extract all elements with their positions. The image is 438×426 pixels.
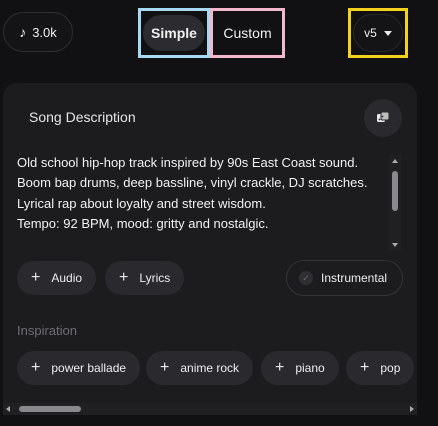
- plus-icon: +: [275, 359, 285, 376]
- plus-icon: +: [119, 269, 129, 286]
- inspiration-chip[interactable]: + pop: [346, 351, 415, 385]
- scroll-up-icon[interactable]: [392, 159, 398, 163]
- horizontal-scrollbar-thumb[interactable]: [19, 406, 81, 412]
- inspiration-chip-label: anime rock: [180, 361, 240, 375]
- instrumental-toggle[interactable]: ✓ Instrumental: [286, 260, 403, 296]
- credits-value: 3.0k: [32, 24, 57, 40]
- music-note-icon: ♪: [19, 24, 27, 40]
- add-lyrics-label: Lyrics: [139, 271, 171, 285]
- plus-icon: +: [31, 269, 41, 286]
- dice-icon: [377, 111, 390, 122]
- inspiration-chip-label: piano: [295, 361, 325, 375]
- inspiration-chip-label: pop: [380, 361, 401, 375]
- randomize-button[interactable]: [364, 99, 402, 137]
- plus-icon: +: [160, 359, 170, 376]
- version-pill[interactable]: v5: [353, 14, 403, 52]
- instrumental-label: Instrumental: [321, 271, 388, 285]
- inspiration-chip[interactable]: + anime rock: [146, 351, 254, 385]
- credits-button[interactable]: ♪ 3.0k: [3, 12, 73, 52]
- top-bar: ♪ 3.0k Simple Custom v5: [0, 0, 438, 66]
- add-lyrics-button[interactable]: + Lyrics: [105, 261, 185, 295]
- scroll-right-icon[interactable]: [410, 406, 414, 412]
- add-audio-button[interactable]: + Audio: [17, 261, 97, 295]
- scroll-left-icon[interactable]: [6, 406, 10, 412]
- scrollbar-thumb[interactable]: [392, 171, 398, 211]
- description-scrollbar[interactable]: [389, 155, 401, 251]
- scroll-down-icon[interactable]: [392, 243, 398, 247]
- plus-icon: +: [31, 359, 41, 376]
- horizontal-scrollbar[interactable]: [3, 403, 417, 415]
- add-audio-label: Audio: [51, 271, 83, 285]
- inspiration-chip-label: power ballade: [51, 361, 127, 375]
- inspiration-heading: Inspiration: [17, 323, 77, 338]
- simple-mode-tab[interactable]: Simple: [138, 8, 210, 58]
- chevron-down-icon: [383, 30, 392, 36]
- page-edge: [417, 66, 438, 426]
- inspiration-chip[interactable]: + piano: [261, 351, 339, 385]
- inspiration-chip[interactable]: + power ballade: [17, 351, 141, 385]
- check-icon: ✓: [299, 271, 313, 285]
- custom-mode-label: Custom: [223, 25, 272, 41]
- simple-mode-label: Simple: [143, 15, 205, 51]
- song-description-textarea[interactable]: Old school hip-hop track inspired by 90s…: [17, 153, 389, 253]
- panel-title: Song Description: [29, 109, 136, 125]
- song-description-panel: Song Description Old school hip-hop trac…: [3, 83, 417, 403]
- plus-icon: +: [360, 359, 370, 376]
- app-root: ♪ 3.0k Simple Custom v5 Song Description: [0, 0, 438, 426]
- custom-mode-tab[interactable]: Custom: [210, 8, 285, 58]
- version-label: v5: [364, 26, 377, 40]
- version-selector[interactable]: v5: [348, 8, 408, 58]
